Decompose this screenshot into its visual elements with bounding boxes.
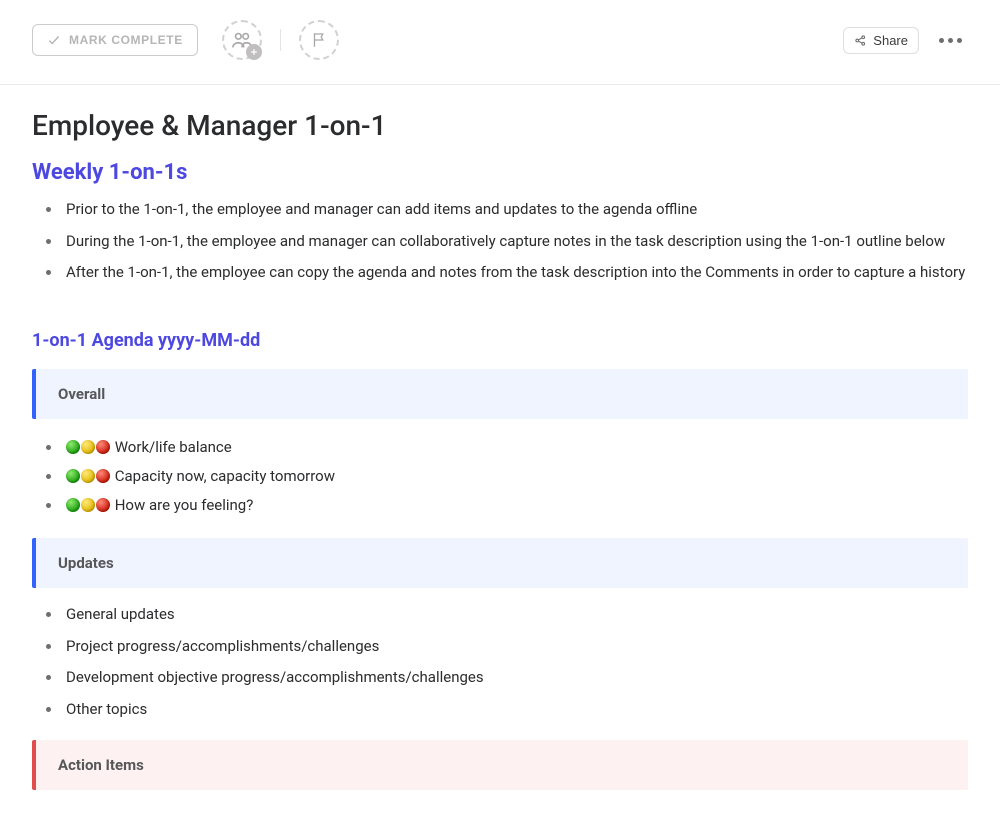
agenda-heading: 1-on-1 Agenda yyyy-MM-dd bbox=[32, 330, 968, 351]
status-dot-yellow bbox=[81, 498, 95, 512]
weekly-bullets: Prior to the 1-on-1, the employee and ma… bbox=[32, 197, 968, 286]
list-item: During the 1-on-1, the employee and mana… bbox=[62, 229, 968, 255]
flag-icon bbox=[310, 31, 328, 49]
status-dot-yellow bbox=[81, 469, 95, 483]
mark-complete-label: MARK COMPLETE bbox=[69, 33, 183, 47]
list-item: Prior to the 1-on-1, the employee and ma… bbox=[62, 197, 968, 223]
priority-flag-button[interactable] bbox=[299, 20, 339, 60]
document-body: Employee & Manager 1-on-1 Weekly 1-on-1s… bbox=[0, 85, 1000, 830]
add-assignee-badge bbox=[246, 44, 262, 60]
list-item: After the 1-on-1, the employee can copy … bbox=[62, 260, 968, 286]
status-dot-yellow bbox=[81, 440, 95, 454]
dot-icon bbox=[948, 38, 953, 43]
agenda-sections: Overall Work/life balance Capacity now, … bbox=[32, 369, 968, 791]
agenda-section-items: Work/life balance Capacity now, capacity… bbox=[32, 433, 968, 521]
share-label: Share bbox=[873, 33, 908, 48]
toolbar-divider bbox=[280, 29, 281, 51]
agenda-section-header: Overall bbox=[32, 369, 968, 419]
plus-icon bbox=[249, 47, 259, 57]
status-dot-red bbox=[96, 469, 110, 483]
list-item: How are you feeling? bbox=[62, 491, 968, 520]
list-item: General updates bbox=[62, 602, 968, 628]
dot-icon bbox=[957, 38, 962, 43]
share-button[interactable]: Share bbox=[843, 27, 919, 54]
agenda-section-items: General updates Project progress/accompli… bbox=[32, 602, 968, 722]
mark-complete-button[interactable]: MARK COMPLETE bbox=[32, 24, 198, 56]
list-item: Development objective progress/accomplis… bbox=[62, 665, 968, 691]
list-item: Project progress/accomplishments/challen… bbox=[62, 634, 968, 660]
page-title: Employee & Manager 1-on-1 bbox=[32, 109, 968, 142]
status-dot-green bbox=[66, 440, 80, 454]
assignee-button[interactable] bbox=[222, 20, 262, 60]
status-dot-red bbox=[96, 498, 110, 512]
toolbar: MARK COMPLETE Share bbox=[0, 0, 1000, 85]
weekly-heading: Weekly 1-on-1s bbox=[32, 160, 968, 185]
more-menu-button[interactable] bbox=[933, 32, 968, 49]
list-item: Work/life balance bbox=[62, 433, 968, 462]
share-icon bbox=[854, 34, 867, 47]
dot-icon bbox=[939, 38, 944, 43]
list-item: Other topics bbox=[62, 697, 968, 723]
list-item: Capacity now, capacity tomorrow bbox=[62, 462, 968, 491]
status-dot-green bbox=[66, 469, 80, 483]
agenda-section-header: Action Items bbox=[32, 740, 968, 790]
agenda-section-header: Updates bbox=[32, 538, 968, 588]
status-dot-green bbox=[66, 498, 80, 512]
status-dot-red bbox=[96, 440, 110, 454]
check-icon bbox=[47, 33, 61, 47]
